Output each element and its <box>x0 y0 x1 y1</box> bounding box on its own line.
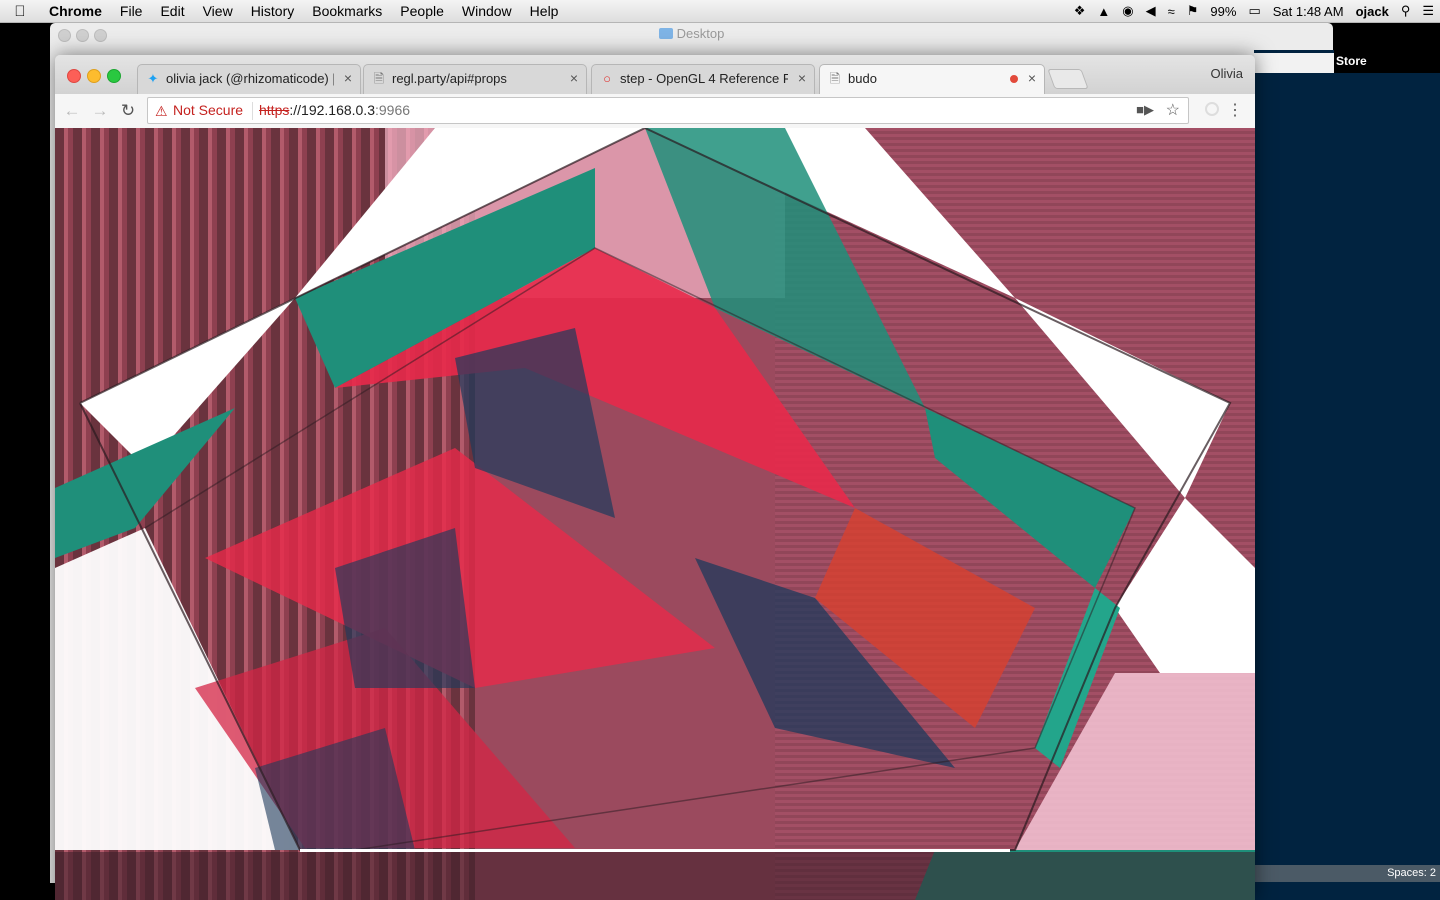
menu-bar:  Chrome File Edit View History Bookmark… <box>0 0 1440 23</box>
creative-cloud-icon[interactable]: ◉ <box>1116 3 1139 19</box>
close-tab-icon[interactable]: × <box>570 70 578 86</box>
opera-icon: ○ <box>603 71 611 86</box>
finder-zoom-button[interactable] <box>94 29 107 42</box>
user-name[interactable]: ojack <box>1350 4 1395 19</box>
address-bar[interactable]: ⚠ Not Secure https://192.168.0.3:9966 ■▶… <box>147 97 1189 124</box>
tab-twitter[interactable]: ✦ olivia jack (@rhizomaticode) | T × <box>137 64 361 94</box>
notification-center-icon[interactable]: ☰ <box>1416 3 1440 19</box>
folder-icon <box>658 28 673 39</box>
tab-budo[interactable]: 🗎 budo × <box>819 64 1045 94</box>
tab-label: regl.party/api#props <box>392 71 507 86</box>
camera-icon[interactable]: ■▶ <box>1136 102 1154 118</box>
tab-strip: ✦ olivia jack (@rhizomaticode) | T × 🗎 r… <box>55 55 1255 94</box>
recording-icon <box>1010 75 1018 83</box>
finder-title-label: Desktop <box>676 26 725 41</box>
battery-icon[interactable]: ▭ <box>1242 3 1266 19</box>
url-text[interactable]: https://192.168.0.3:9966 <box>259 102 410 118</box>
twitter-bird-icon: ✦ <box>147 71 159 86</box>
new-tab-button[interactable] <box>1047 69 1089 89</box>
editor-window: Store Spaces: 2 <box>1254 50 1440 900</box>
zoom-window-button[interactable] <box>107 69 121 83</box>
flag-icon[interactable]: ⚑ <box>1181 3 1205 19</box>
browser-toolbar: ← → ↻ ⚠ Not Secure https://192.168.0.3:9… <box>55 94 1255 129</box>
apple-icon[interactable]:  <box>0 3 40 20</box>
tab-label: budo <box>848 71 877 86</box>
chrome-window: ✦ olivia jack (@rhizomaticode) | T × 🗎 r… <box>55 55 1255 900</box>
menu-history[interactable]: History <box>242 3 304 19</box>
menu-help[interactable]: Help <box>521 3 568 19</box>
close-tab-icon[interactable]: × <box>344 70 352 86</box>
menu-kebab-icon[interactable]: ⋮ <box>1227 100 1243 120</box>
dark-bottom-band <box>55 852 1255 900</box>
url-protocol: https <box>259 102 290 118</box>
menu-people[interactable]: People <box>391 3 453 19</box>
url-host: ://192.168.0.3 <box>289 102 375 118</box>
minimize-window-button[interactable] <box>87 69 101 83</box>
page-icon: 🗎 <box>829 71 841 86</box>
battery-percent[interactable]: 99% <box>1204 4 1242 19</box>
forward-icon[interactable]: → <box>89 100 111 122</box>
menu-window[interactable]: Window <box>453 3 521 19</box>
back-icon[interactable]: ← <box>61 100 83 122</box>
tab-label: olivia jack (@rhizomaticode) | T <box>166 71 334 86</box>
page-icon: 🗎 <box>373 71 385 86</box>
reload-icon[interactable]: ↻ <box>117 100 139 122</box>
menu-file[interactable]: File <box>111 3 152 19</box>
finder-title: Desktop <box>50 23 1333 45</box>
extension-icon[interactable] <box>1205 102 1219 116</box>
tab-regl[interactable]: 🗎 regl.party/api#props × <box>363 64 587 94</box>
clock[interactable]: Sat 1:48 AM <box>1267 4 1350 19</box>
omnibox-divider <box>252 102 253 120</box>
volume-icon[interactable]: ◀ <box>1140 3 1162 19</box>
menu-bookmarks[interactable]: Bookmarks <box>303 3 391 19</box>
bookmark-star-icon[interactable]: ☆ <box>1166 100 1180 120</box>
editor-store-label[interactable]: Store <box>1336 50 1367 73</box>
drive-icon[interactable]: ▲ <box>1091 4 1116 19</box>
finder-minimize-button[interactable] <box>76 29 89 42</box>
close-tab-icon[interactable]: × <box>1028 70 1036 86</box>
close-window-button[interactable] <box>67 69 81 83</box>
close-tab-icon[interactable]: × <box>798 70 806 86</box>
wifi-icon[interactable]: ≈ <box>1162 4 1181 19</box>
menu-app-name[interactable]: Chrome <box>40 3 111 19</box>
warning-icon[interactable]: ⚠ <box>155 103 168 120</box>
tab-opengl[interactable]: ○ step - OpenGL 4 Reference Pa × <box>591 64 815 94</box>
finder-close-button[interactable] <box>58 29 71 42</box>
menu-edit[interactable]: Edit <box>151 3 193 19</box>
url-port: :9966 <box>375 102 411 118</box>
tab-label: step - OpenGL 4 Reference Pa <box>620 71 788 86</box>
generative-artwork <box>55 128 1255 900</box>
editor-spaces-indicator[interactable]: Spaces: 2 <box>1387 865 1436 882</box>
spotlight-icon[interactable]: ⚲ <box>1395 3 1417 19</box>
dropbox-icon[interactable]: ❖ <box>1068 3 1092 19</box>
profile-button[interactable]: Olivia <box>1210 66 1243 81</box>
security-label[interactable]: Not Secure <box>173 102 243 118</box>
white-horizon-line <box>300 849 1010 852</box>
webgl-canvas[interactable] <box>55 128 1255 900</box>
menu-view[interactable]: View <box>194 3 242 19</box>
